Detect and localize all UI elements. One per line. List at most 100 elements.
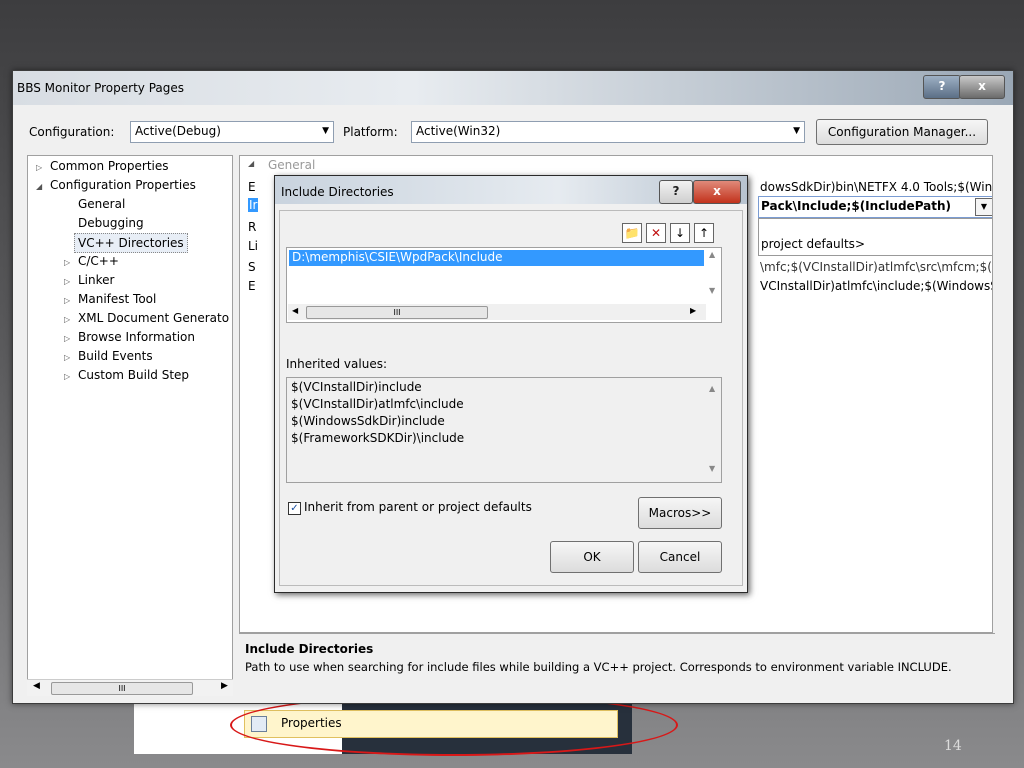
dialog-help-button[interactable]: ? (659, 180, 693, 204)
configuration-combo[interactable]: Active(Debug) ▼ (130, 121, 334, 143)
expand-icon[interactable]: ▷ (64, 368, 78, 386)
inherited-values-label: Inherited values: (286, 357, 387, 371)
scroll-down-icon[interactable]: ▼ (709, 464, 715, 473)
description-title: Include Directories (245, 642, 374, 656)
tree-item-label: Browse Information (78, 330, 195, 344)
scroll-down-icon[interactable]: ▼ (709, 286, 715, 295)
window-titlebar[interactable]: BBS Monitor Property Pages ? x (13, 71, 1013, 105)
window-title: BBS Monitor Property Pages (17, 81, 185, 95)
property-tree: ▷ Common Properties ◢ Configuration Proper… (27, 155, 233, 693)
platform-combo[interactable]: Active(Win32) ▼ (411, 121, 805, 143)
scroll-thumb-grip: III (393, 308, 401, 317)
tree-item-label: Debugging (78, 216, 144, 230)
platform-label: Platform: (343, 125, 398, 139)
description-panel: Include Directories Path to use when sea… (239, 633, 995, 700)
grid-row-name[interactable]: E (248, 180, 256, 194)
expand-icon[interactable]: ▷ (64, 292, 78, 310)
scroll-up-icon[interactable]: ▲ (709, 384, 715, 393)
collapse-icon[interactable]: ◢ (36, 178, 50, 196)
tree-item-linker[interactable]: ▷ Linker (64, 271, 114, 289)
grid-row-value[interactable]: VCInstallDir)atlmfc\include;$(WindowsSd (760, 279, 992, 293)
grid-row-value[interactable]: \mfc;$(VCInstallDir)atlmfc\src\mfcm;$(VC (760, 260, 992, 274)
scroll-right-icon[interactable]: ▶ (690, 306, 696, 315)
dialog-close-button[interactable]: x (693, 180, 741, 204)
tree-item-common-properties[interactable]: ▷ Common Properties (36, 157, 169, 175)
grid-row-value[interactable]: project defaults> (761, 237, 865, 251)
inherit-dropdown-popup: project defaults> (758, 218, 992, 256)
chevron-down-icon: ▼ (793, 126, 800, 136)
grid-row-name[interactable]: R (248, 220, 256, 234)
include-directories-dialog: Include Directories ? x 📁 ✕ ↓ ↑ D:\memph… (274, 175, 748, 593)
scroll-right-icon[interactable]: ▶ (221, 681, 228, 691)
tree-item-browse-information[interactable]: ▷ Browse Information (64, 328, 195, 346)
dialog-title: Include Directories (281, 185, 394, 199)
configuration-label: Configuration: (29, 125, 115, 139)
tree-item-label: Custom Build Step (78, 368, 190, 382)
dialog-titlebar[interactable]: Include Directories ? x (275, 176, 747, 204)
configuration-value: Active(Debug) (135, 124, 221, 138)
tree-item-c-cpp[interactable]: ▷ C/C++ (64, 252, 119, 270)
move-down-icon[interactable]: ↓ (670, 223, 690, 243)
tree-item-label: C/C++ (78, 254, 119, 268)
scroll-up-icon[interactable]: ▲ (709, 250, 715, 259)
tree-item-build-events[interactable]: ▷ Build Events (64, 347, 153, 365)
cancel-button[interactable]: Cancel (638, 541, 722, 573)
grid-row-name[interactable]: S (248, 260, 256, 274)
expand-icon[interactable]: ▷ (64, 349, 78, 367)
inherit-checkbox-label[interactable]: Inherit from parent or project defaults (304, 500, 532, 514)
new-line-icon[interactable]: 📁 (622, 223, 642, 243)
tree-item-general[interactable]: General (78, 195, 125, 213)
close-button[interactable]: x (959, 75, 1005, 99)
tree-horizontal-scrollbar[interactable]: ◀ III ▶ (27, 679, 233, 696)
slide-page-number: 14 (944, 738, 962, 754)
tree-item-manifest-tool[interactable]: ▷ Manifest Tool (64, 290, 156, 308)
collapse-icon[interactable]: ◢ (248, 159, 254, 168)
tree-item-label: XML Document Generato (78, 311, 230, 325)
platform-value: Active(Win32) (416, 124, 501, 138)
chevron-down-icon: ▼ (980, 202, 988, 211)
expand-icon[interactable]: ▷ (64, 254, 78, 272)
grid-row-name[interactable]: Ir (248, 198, 259, 212)
configuration-manager-button[interactable]: Configuration Manager... (816, 119, 988, 145)
tree-item-custom-build-step[interactable]: ▷ Custom Build Step (64, 366, 189, 384)
description-text: Path to use when searching for include f… (245, 660, 952, 674)
tree-item-label: Configuration Properties (50, 178, 196, 192)
grid-row-value: Pack\Include;$(IncludePath) (761, 199, 952, 213)
tree-item-configuration-properties[interactable]: ◢ Configuration Properties (36, 176, 196, 194)
ok-button[interactable]: OK (550, 541, 634, 573)
scroll-left-icon[interactable]: ◀ (292, 306, 298, 315)
horizontal-scrollbar[interactable]: ◀ III ▶ (288, 304, 706, 320)
tree-item-vc-directories[interactable]: VC++ Directories (74, 233, 188, 253)
scroll-left-icon[interactable]: ◀ (33, 681, 40, 691)
inherited-value: $(VCInstallDir)atlmfc\include (291, 397, 464, 411)
grid-row-name[interactable]: Li (248, 239, 258, 253)
tree-item-label: Linker (78, 273, 115, 287)
expand-icon[interactable]: ▷ (64, 273, 78, 291)
dialog-client: 📁 ✕ ↓ ↑ D:\memphis\CSIE\WpdPack\Include … (279, 210, 743, 586)
delete-icon[interactable]: ✕ (646, 223, 666, 243)
grid-section-header: General (268, 158, 316, 172)
move-up-icon[interactable]: ↑ (694, 223, 714, 243)
scroll-thumb[interactable]: III (306, 306, 488, 319)
inherited-values-box: $(VCInstallDir)include $(VCInstallDir)at… (286, 377, 722, 483)
inherited-value: $(VCInstallDir)include (291, 380, 422, 394)
grid-row-value[interactable]: dowsSdkDir)bin\NETFX 4.0 Tools;$(Wind (760, 180, 992, 194)
include-paths-list[interactable]: D:\memphis\CSIE\WpdPack\Include ▲ ▼ ◀ II… (286, 247, 722, 323)
list-item[interactable]: D:\memphis\CSIE\WpdPack\Include (289, 250, 704, 266)
macros-button[interactable]: Macros>> (638, 497, 722, 529)
help-button[interactable]: ? (923, 75, 961, 99)
expand-icon[interactable]: ▷ (64, 311, 78, 327)
expand-icon[interactable]: ▷ (64, 330, 78, 348)
inherited-value: $(WindowsSdkDir)include (291, 414, 445, 428)
grid-row-name[interactable]: E (248, 279, 256, 293)
expand-icon[interactable]: ▷ (36, 159, 50, 177)
inherit-checkbox[interactable]: ✓ (288, 502, 301, 515)
dropdown-button[interactable]: ▼ (975, 198, 992, 216)
tree-item-debugging[interactable]: Debugging (78, 214, 144, 232)
chevron-down-icon: ▼ (322, 126, 329, 136)
tree-item-xml-document-generator[interactable]: ▷ XML Document Generato (64, 309, 230, 327)
scroll-thumb[interactable]: III (51, 682, 193, 695)
tree-item-label: VC++ Directories (78, 236, 184, 250)
tree-item-label: Common Properties (50, 159, 169, 173)
include-directories-value-combo[interactable]: Pack\Include;$(IncludePath) ▼ (758, 196, 992, 218)
